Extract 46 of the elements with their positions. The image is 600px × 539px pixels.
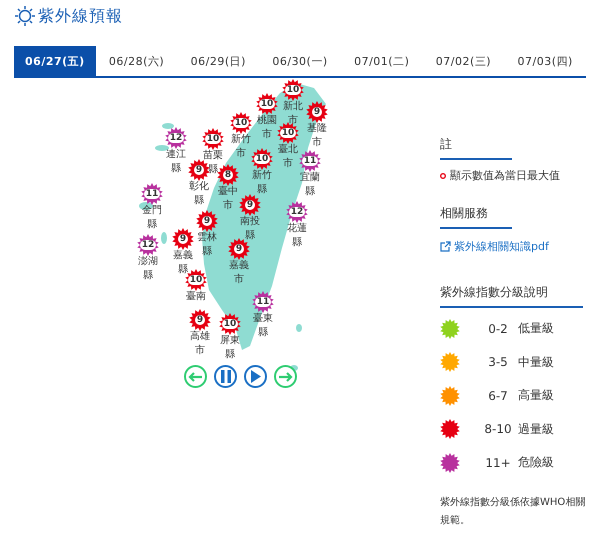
county-label: 嘉義縣 xyxy=(172,249,194,275)
pause-icon xyxy=(220,370,230,383)
county-label: 臺北市 xyxy=(278,143,298,171)
level-label: 中量級 xyxy=(518,354,555,371)
pdf-link[interactable]: 紫外線相關知識pdf xyxy=(440,239,586,254)
uv-range: 6-7 xyxy=(487,388,509,403)
county-label: 嘉義市 xyxy=(228,259,250,287)
uv-range: 11+ xyxy=(484,456,512,470)
county-label: 桃園市 xyxy=(256,114,278,142)
county-label: 屏東縣 xyxy=(220,334,240,362)
level-label: 危險級 xyxy=(518,454,555,472)
right-arrow-icon xyxy=(278,372,293,382)
county-label: 澎湖縣 xyxy=(138,255,158,283)
county-label: 南投縣 xyxy=(240,215,260,243)
note-text: 顯示數值為當日最大值 xyxy=(450,168,560,183)
play-button[interactable] xyxy=(244,365,267,388)
county-label: 新竹縣 xyxy=(252,169,272,197)
section-heading: 紫外線指數分級說明 xyxy=(440,284,583,308)
county-label: 彰化縣 xyxy=(188,180,210,208)
county-label: 臺中市 xyxy=(218,185,238,213)
uv-range: 8-10 xyxy=(483,422,513,436)
level-label: 過量級 xyxy=(518,420,555,438)
footnote: 紫外線指數分級係依據WHO相關規範。 xyxy=(440,496,586,528)
play-icon xyxy=(250,370,261,383)
left-arrow-icon xyxy=(188,372,203,382)
page-title: 紫外線預報 xyxy=(38,6,123,26)
dot-icon xyxy=(440,172,446,178)
section-heading: 註 xyxy=(440,136,512,160)
section-heading: 相關服務 xyxy=(440,205,512,229)
county-label: 新北市 xyxy=(282,100,304,128)
county-label: 苗栗縣 xyxy=(202,149,224,177)
county-label: 金門縣 xyxy=(142,204,162,232)
county-label: 連江縣 xyxy=(166,148,186,176)
level-label: 低量級 xyxy=(518,320,555,338)
uv-range: 0-2 xyxy=(487,322,509,336)
external-link-icon xyxy=(440,241,451,252)
county-label: 花蓮縣 xyxy=(286,222,308,250)
county-label: 新竹市 xyxy=(230,133,252,161)
level-label: 高量級 xyxy=(518,387,555,404)
uv-range: 3-5 xyxy=(487,355,509,370)
county-label: 高雄市 xyxy=(190,330,210,358)
county-label: 宜蘭縣 xyxy=(300,171,320,199)
date-tab[interactable]: 06/27(五) xyxy=(14,46,96,76)
county-label: 臺南 xyxy=(186,290,206,304)
pause-button[interactable] xyxy=(214,365,237,388)
uv-sun-icon xyxy=(14,5,36,27)
